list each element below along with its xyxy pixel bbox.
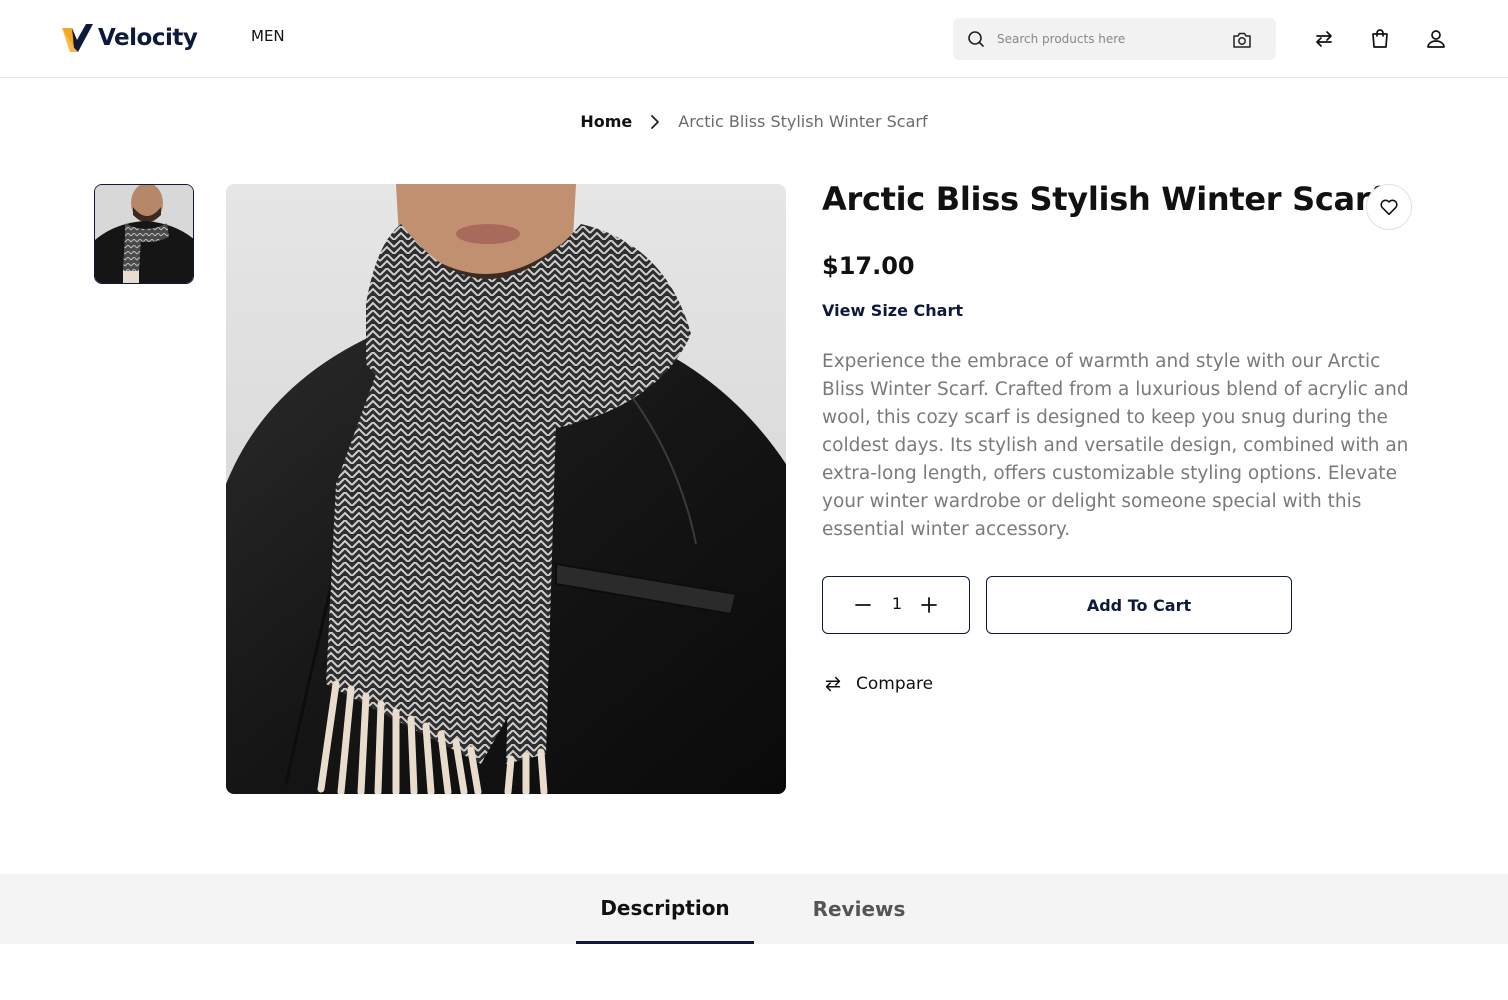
camera-icon[interactable] <box>1231 29 1253 51</box>
product-title: Arctic Bliss Stylish Winter Scarf <box>822 180 1384 218</box>
brand-name: Velocity <box>98 25 198 51</box>
breadcrumb-current: Arctic Bliss Stylish Winter Scarf <box>678 112 928 131</box>
velocity-logo-mark-icon <box>62 24 93 52</box>
wishlist-button[interactable] <box>1366 184 1412 230</box>
compare-label: Compare <box>856 674 934 694</box>
search-input[interactable] <box>997 27 1217 51</box>
tab-reviews[interactable]: Reviews <box>786 874 932 944</box>
site-header: Velocity MEN <box>0 0 1508 78</box>
user-icon[interactable] <box>1424 27 1448 51</box>
quantity-stepper: 1 <box>822 576 970 634</box>
product-thumbnail[interactable] <box>94 184 194 284</box>
thumbnail-image <box>95 185 193 283</box>
minus-icon[interactable] <box>853 595 873 615</box>
product-tabs: Description Reviews <box>0 874 1508 944</box>
heart-icon <box>1380 199 1398 216</box>
shopping-bag-icon[interactable] <box>1368 27 1392 51</box>
breadcrumb-home-link[interactable]: Home <box>580 112 632 131</box>
product-price: $17.00 <box>822 252 915 280</box>
plus-icon[interactable] <box>919 595 939 615</box>
scarf-photo <box>226 184 786 794</box>
breadcrumb: Home Arctic Bliss Stylish Winter Scarf <box>0 112 1508 131</box>
compare-arrows-icon <box>825 676 841 692</box>
tab-description[interactable]: Description <box>576 874 754 944</box>
product-description: Experience the embrace of warmth and sty… <box>822 351 1409 540</box>
quantity-value[interactable]: 1 <box>883 594 911 613</box>
product-main-image[interactable] <box>226 184 786 794</box>
nav-item-men[interactable]: MEN <box>251 27 285 45</box>
search-bar <box>953 18 1276 60</box>
compare-arrows-icon[interactable] <box>1312 27 1336 51</box>
add-to-cart-button[interactable]: Add To Cart <box>986 576 1292 634</box>
view-size-chart-link[interactable]: View Size Chart <box>822 301 963 320</box>
compare-button[interactable]: Compare <box>822 673 933 695</box>
search-icon[interactable] <box>966 29 986 49</box>
chevron-right-icon <box>651 114 660 129</box>
brand-logo[interactable]: Velocity <box>60 22 198 54</box>
